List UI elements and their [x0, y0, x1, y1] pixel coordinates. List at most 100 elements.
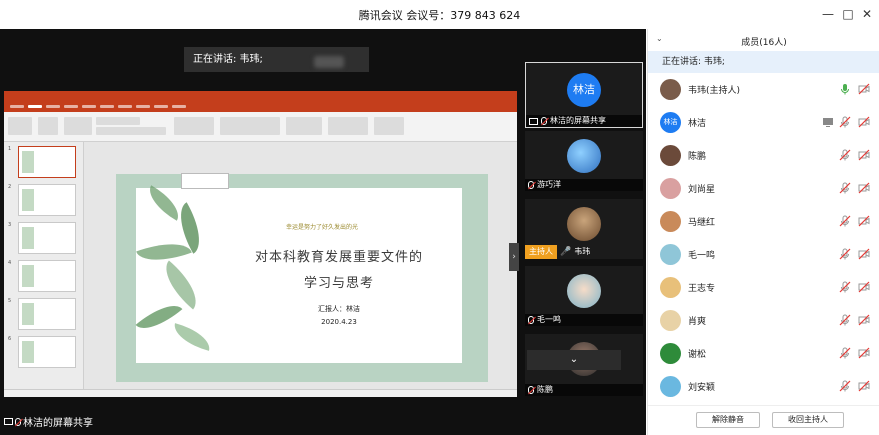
screen-share-icon — [823, 118, 833, 127]
camera-off-icon[interactable] — [858, 215, 870, 227]
members-panel-header: ⌄ 成员(16人) — [648, 29, 879, 51]
avatar — [660, 343, 681, 364]
member-name: 林洁 — [688, 119, 707, 129]
member-row[interactable]: 马继红 — [648, 205, 879, 238]
video-tile[interactable]: 游巧洋 — [525, 131, 643, 191]
collapse-video-panel-button[interactable]: › — [509, 243, 519, 271]
screen-share-icon — [529, 117, 538, 125]
camera-off-icon[interactable] — [858, 380, 870, 392]
mic-muted-icon — [528, 316, 534, 324]
slide-thumb[interactable] — [18, 298, 76, 330]
avatar — [567, 274, 601, 308]
members-panel: ⌄ 成员(16人) 正在讲话: 韦玮; 韦玮(主持人) 林洁 林洁陈鹏刘尚星马继红毛… — [647, 29, 879, 435]
tile-name: 主持人 🎤 韦玮 — [525, 245, 643, 259]
member-row[interactable]: 刘尚星 — [648, 172, 879, 205]
slide-thumb[interactable] — [18, 260, 76, 292]
member-row[interactable]: 陈鹏 — [648, 139, 879, 172]
title-bar: 腾讯会议 会议号：379 843 624 — □ ✕ — [0, 0, 879, 29]
avatar — [660, 178, 681, 199]
slide-thumb[interactable] — [18, 336, 76, 368]
slide-reporter: 汇报人：林洁 — [318, 305, 360, 313]
member-row[interactable]: 毛一鸣 — [648, 238, 879, 271]
avatar — [567, 139, 601, 173]
mic-muted-icon[interactable] — [839, 116, 851, 128]
tile-name: 游巧洋 — [525, 179, 643, 191]
member-row[interactable]: 王志专 — [648, 271, 879, 304]
avatar: 林洁 — [567, 73, 601, 107]
mic-muted-icon — [15, 417, 21, 426]
shared-screen[interactable]: 1 2 3 4 5 6 幸运是努力了好久发出的光 对本科教育发展重要文件的 学习… — [4, 91, 517, 397]
member-row[interactable]: 肖爽 — [648, 304, 879, 337]
mic-muted-icon[interactable] — [839, 281, 851, 293]
member-name: 刘安颖 — [688, 383, 716, 393]
mic-muted-icon[interactable] — [839, 248, 851, 260]
member-name: 刘尚星 — [688, 185, 716, 195]
camera-off-icon[interactable] — [858, 281, 870, 293]
scroll-down-tiles-button[interactable]: ⌄ — [527, 350, 621, 370]
close-icon[interactable]: ✕ — [858, 5, 876, 23]
slide-title-line1: 对本科教育发展重要文件的 — [254, 250, 423, 265]
unmute-button[interactable]: 解除静音 — [696, 412, 760, 428]
window-title: 腾讯会议 会议号：379 843 624 — [358, 9, 521, 22]
tile-name: 毛一鸣 — [525, 314, 643, 326]
minimize-icon[interactable]: — — [819, 5, 837, 23]
ppt-status-bar — [4, 389, 517, 397]
mic-on-icon[interactable] — [839, 83, 851, 95]
mic-on-icon: 🎤 — [560, 247, 572, 257]
slide: 幸运是努力了好久发出的光 对本科教育发展重要文件的 学习与思考 汇报人：林洁 2… — [135, 185, 462, 363]
avatar — [660, 310, 681, 331]
mic-muted-icon — [541, 117, 547, 125]
camera-off-icon[interactable] — [858, 182, 870, 194]
camera-off-icon[interactable] — [858, 149, 870, 161]
reclaim-host-button[interactable]: 收回主持人 — [772, 412, 844, 428]
slide-date: 2020.4.23 — [321, 318, 357, 326]
now-speaking-banner: 正在讲话: 韦玮; — [648, 51, 879, 73]
camera-off-icon[interactable] — [858, 347, 870, 359]
member-row[interactable]: 林洁 林洁 — [648, 106, 879, 139]
camera-off-icon[interactable] — [858, 83, 870, 95]
video-tile[interactable]: 林洁 林洁的屏幕共享 — [525, 62, 643, 128]
member-name: 毛一鸣 — [688, 251, 716, 261]
camera-off-icon[interactable] — [858, 248, 870, 260]
avatar — [660, 145, 681, 166]
video-tile[interactable]: 主持人 🎤 韦玮 — [525, 199, 643, 259]
avatar — [660, 79, 681, 100]
avatar — [660, 376, 681, 397]
mic-muted-icon[interactable] — [839, 182, 851, 194]
video-tile[interactable]: 毛一鸣 — [525, 266, 643, 326]
mic-muted-icon[interactable] — [839, 149, 851, 161]
slide-title-line2: 学习与思考 — [303, 276, 374, 291]
avatar: 林洁 — [660, 112, 681, 133]
mic-muted-icon[interactable] — [839, 380, 851, 392]
mic-muted-icon[interactable] — [839, 314, 851, 326]
member-name: 韦玮(主持人) — [688, 86, 741, 96]
slide-thumb[interactable] — [18, 184, 76, 216]
slide-thumbnails: 1 2 3 4 5 6 — [4, 142, 84, 389]
meeting-window: 腾讯会议 会议号：379 843 624 — □ ✕ 正在讲话: 韦玮; 1 2 — [0, 0, 879, 435]
ppt-tooltip — [181, 173, 229, 189]
mic-muted-icon — [528, 181, 534, 189]
member-name: 王志专 — [688, 284, 716, 294]
share-source-label: 林洁的屏幕共享 — [4, 414, 93, 429]
camera-off-icon[interactable] — [858, 314, 870, 326]
member-name: 陈鹏 — [688, 152, 707, 162]
members-title: 成员(16人) — [741, 38, 787, 48]
tile-name: 林洁的屏幕共享 — [526, 115, 642, 127]
ppt-workspace: 1 2 3 4 5 6 幸运是努力了好久发出的光 对本科教育发展重要文件的 学习… — [4, 142, 517, 389]
slide-thumb[interactable] — [18, 222, 76, 254]
maximize-icon[interactable]: □ — [839, 5, 857, 23]
mic-muted-icon[interactable] — [839, 215, 851, 227]
avatar — [660, 277, 681, 298]
mic-muted-icon[interactable] — [839, 347, 851, 359]
slide-thumb[interactable] — [18, 146, 76, 178]
tile-name: 陈鹏 — [525, 384, 643, 396]
camera-off-icon[interactable] — [858, 116, 870, 128]
ppt-title-bar — [4, 91, 517, 103]
member-row[interactable]: 刘安颖 — [648, 370, 879, 403]
member-row[interactable]: 韦玮(主持人) — [648, 73, 879, 106]
member-row[interactable]: 谢松 — [648, 337, 879, 370]
slide-canvas: 幸运是努力了好久发出的光 对本科教育发展重要文件的 学习与思考 汇报人：林洁 2… — [116, 174, 488, 382]
avatar — [567, 207, 601, 241]
ppt-ribbon-tabs — [4, 103, 517, 112]
blurred-text — [314, 56, 344, 68]
